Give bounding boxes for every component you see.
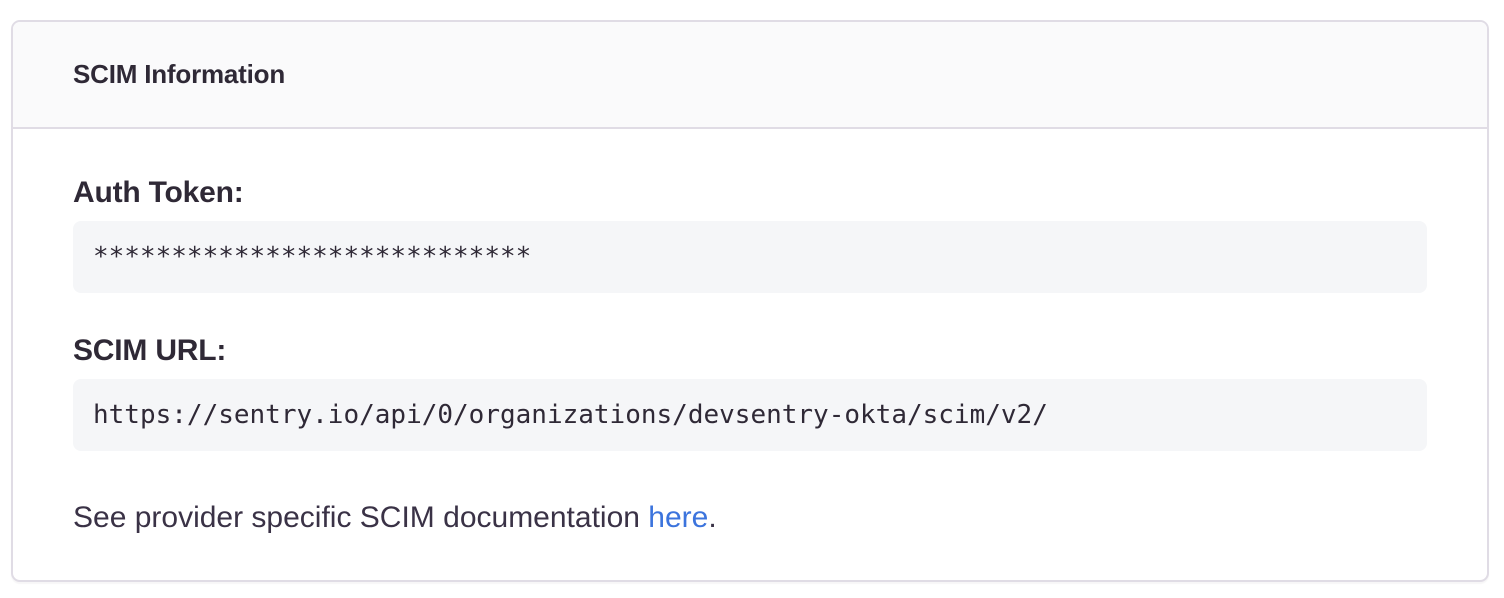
note-text: See provider specific SCIM documentation <box>73 501 648 534</box>
panel-header: SCIM Information <box>13 22 1487 129</box>
scim-url-value: https://sentry.io/api/0/organizations/de… <box>73 379 1427 451</box>
documentation-link[interactable]: here <box>648 501 708 534</box>
scim-url-label: SCIM URL: <box>73 333 1427 369</box>
auth-token-label: Auth Token: <box>73 175 1427 211</box>
auth-token-field: Auth Token: **************************** <box>73 175 1427 293</box>
panel-title: SCIM Information <box>73 59 285 90</box>
panel-body: Auth Token: ****************************… <box>13 129 1487 537</box>
auth-token-value: **************************** <box>73 221 1427 293</box>
scim-information-panel: SCIM Information Auth Token: ***********… <box>11 20 1489 582</box>
note-period: . <box>708 501 716 534</box>
documentation-note: See provider specific SCIM documentation… <box>73 499 1427 537</box>
scim-url-field: SCIM URL: https://sentry.io/api/0/organi… <box>73 333 1427 451</box>
